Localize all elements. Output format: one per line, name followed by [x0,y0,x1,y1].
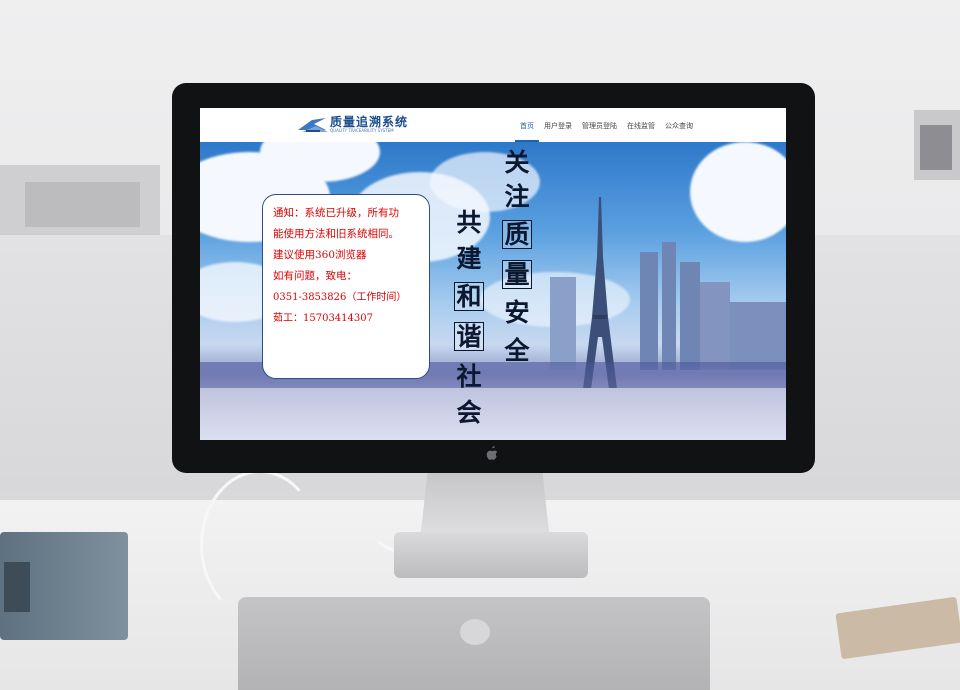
city-building [662,242,676,370]
slogan-char: 全 [504,336,530,365]
monitor-stand-base [394,532,588,578]
site-header: 质量追溯系统 QUALITY TRACEABILITY SYSTEM 首页 用户… [200,108,786,142]
slogan-char: 谐 [454,322,484,351]
main-nav: 首页 用户登录 管理员登陆 在线监管 公众查询 [515,108,698,142]
nav-item-home[interactable]: 首页 [515,108,539,142]
screen: 质量追溯系统 QUALITY TRACEABILITY SYSTEM 首页 用户… [200,108,786,440]
slogan-char: 注 [504,182,530,211]
notice-box: 通知：系统已升级，所有功 能使用方法和旧系统相同。 建议使用360浏览器 如有问… [262,194,430,379]
floor [200,388,786,440]
notice-contact: 茹工：15703414307 [273,313,373,324]
nav-item-online-supervision[interactable]: 在线监管 [622,108,660,142]
hero-banner: 通知：系统已升级，所有功 能使用方法和旧系统相同。 建议使用360浏览器 如有问… [200,142,786,440]
slogan-char: 社 [456,362,482,391]
slogan-char: 和 [454,282,484,311]
city-building [700,282,730,370]
cloud [690,142,786,242]
book [0,532,128,640]
notice-line: 能使用方法和旧系统相同。 [273,228,399,240]
slogan-char: 量 [502,260,532,289]
quality-logo-icon [298,118,328,132]
apple-logo-icon [486,446,498,464]
slogan-char: 安 [504,298,530,327]
slogan-char: 质 [502,220,532,249]
city-building [550,277,576,370]
nav-item-admin-login[interactable]: 管理员登陆 [577,108,622,142]
notice-phone: 0351-3853826（工作时间） [273,292,407,303]
notice-line: 建议使用360浏览器 [273,249,367,261]
slogan-char: 共 [456,208,482,237]
notice-line: 如有问题，致电： [273,270,357,282]
city-building [730,302,786,370]
laptop [238,597,710,690]
nav-item-public-query[interactable]: 公众查询 [660,108,698,142]
book-spine [4,562,30,612]
slogan-char: 关 [504,148,530,177]
laptop-logo-icon [460,619,490,645]
city-building [640,252,658,370]
background-monitor-screen [920,125,952,170]
background-box [25,182,140,227]
city-building [680,262,700,370]
monitor-stand [420,470,550,540]
slogan-char: 会 [456,398,482,427]
notice-line: 通知：系统已升级，所有功 [273,207,399,219]
site-subtitle: QUALITY TRACEABILITY SYSTEM [330,128,394,133]
slogan-char: 建 [456,244,482,273]
nav-item-user-login[interactable]: 用户登录 [539,108,577,142]
